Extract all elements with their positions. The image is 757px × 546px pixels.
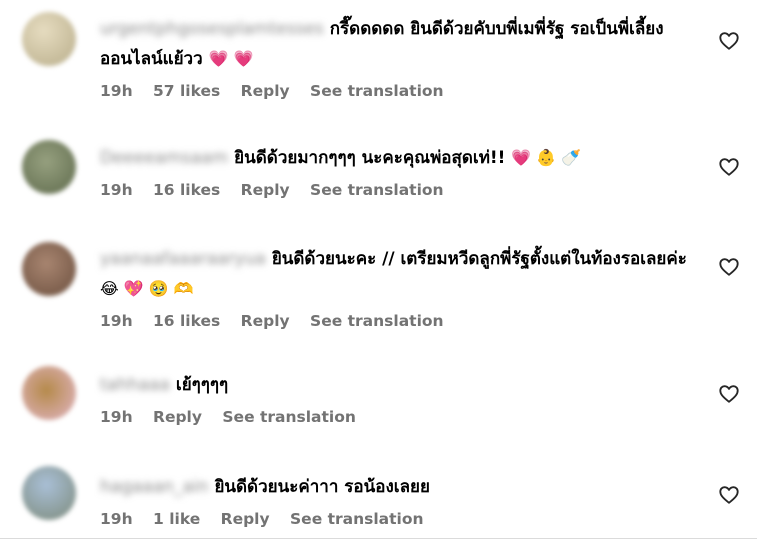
reply-button[interactable]: Reply: [241, 82, 290, 100]
avatar[interactable]: [22, 140, 76, 194]
heart-outline-icon[interactable]: [718, 256, 740, 278]
see-translation-button[interactable]: See translation: [310, 312, 444, 330]
see-translation-button[interactable]: See translation: [222, 408, 356, 426]
comment-body: เย้ๆๆๆๆ: [175, 375, 229, 395]
username[interactable]: hagaaan_ain: [100, 472, 208, 502]
timestamp[interactable]: 19h: [100, 510, 133, 528]
divider: [0, 538, 757, 539]
likes-count[interactable]: 1 like: [153, 510, 200, 528]
see-translation-button[interactable]: See translation: [310, 82, 444, 100]
comment-body: ยินดีด้วยมากๆๆๆ นะคะคุณพ่อสุดเท่!!: [234, 148, 506, 168]
see-translation-button[interactable]: See translation: [310, 181, 444, 199]
timestamp[interactable]: 19h: [100, 82, 133, 100]
comment-body: ยินดีด้วยนะค่าาา รอน้องเลยย: [214, 477, 430, 497]
username[interactable]: Deeeeamsaam: [100, 143, 228, 173]
likes-count[interactable]: 16 likes: [153, 181, 220, 199]
avatar[interactable]: [22, 12, 76, 66]
likes-count[interactable]: 57 likes: [153, 82, 220, 100]
comment-meta: 19h Reply See translation: [100, 408, 700, 426]
comment-emojis: 💗 👶 🍼: [511, 148, 582, 167]
timestamp[interactable]: 19h: [100, 312, 133, 330]
timestamp[interactable]: 19h: [100, 408, 133, 426]
comment-text: urgentphgosesplamtesses กรี๊ดดดดด ยินดีด้…: [100, 14, 700, 74]
reply-button[interactable]: Reply: [221, 510, 270, 528]
heart-outline-icon[interactable]: [718, 484, 740, 506]
comment-text: hagaaan_ain ยินดีด้วยนะค่าาา รอน้องเลยย: [100, 472, 700, 502]
comment-meta: 19h 57 likes Reply See translation: [100, 82, 700, 100]
comment-meta: 19h 16 likes Reply See translation: [100, 181, 700, 199]
avatar[interactable]: [22, 466, 76, 520]
comment-text: Deeeeamsaam ยินดีด้วยมากๆๆๆ นะคะคุณพ่อสุด…: [100, 143, 700, 173]
comment-emojis: 💗 💗: [208, 49, 254, 68]
comment-emojis: 😂 💖 🥹 🫶: [100, 279, 194, 298]
comment-meta: 19h 16 likes Reply See translation: [100, 312, 700, 330]
heart-outline-icon[interactable]: [718, 383, 740, 405]
heart-outline-icon[interactable]: [718, 156, 740, 178]
reply-button[interactable]: Reply: [241, 181, 290, 199]
avatar[interactable]: [22, 366, 76, 420]
heart-outline-icon[interactable]: [718, 30, 740, 52]
username[interactable]: yaanaafaaaraaryua: [100, 244, 266, 274]
comment-meta: 19h 1 like Reply See translation: [100, 510, 700, 528]
comment-text: tahhaaa เย้ๆๆๆๆ: [100, 370, 700, 400]
reply-button[interactable]: Reply: [153, 408, 202, 426]
username[interactable]: tahhaaa: [100, 370, 170, 400]
avatar[interactable]: [22, 242, 76, 296]
username[interactable]: urgentphgosesplamtesses: [100, 14, 324, 44]
comment-text: yaanaafaaaraaryua ยินดีด้วยนะคะ // เตรียม…: [100, 244, 700, 304]
reply-button[interactable]: Reply: [241, 312, 290, 330]
comment-body: ยินดีด้วยนะคะ // เตรียมหวีดลูกพี่รัฐตั้ง…: [271, 249, 687, 269]
likes-count[interactable]: 16 likes: [153, 312, 220, 330]
timestamp[interactable]: 19h: [100, 181, 133, 199]
see-translation-button[interactable]: See translation: [290, 510, 424, 528]
